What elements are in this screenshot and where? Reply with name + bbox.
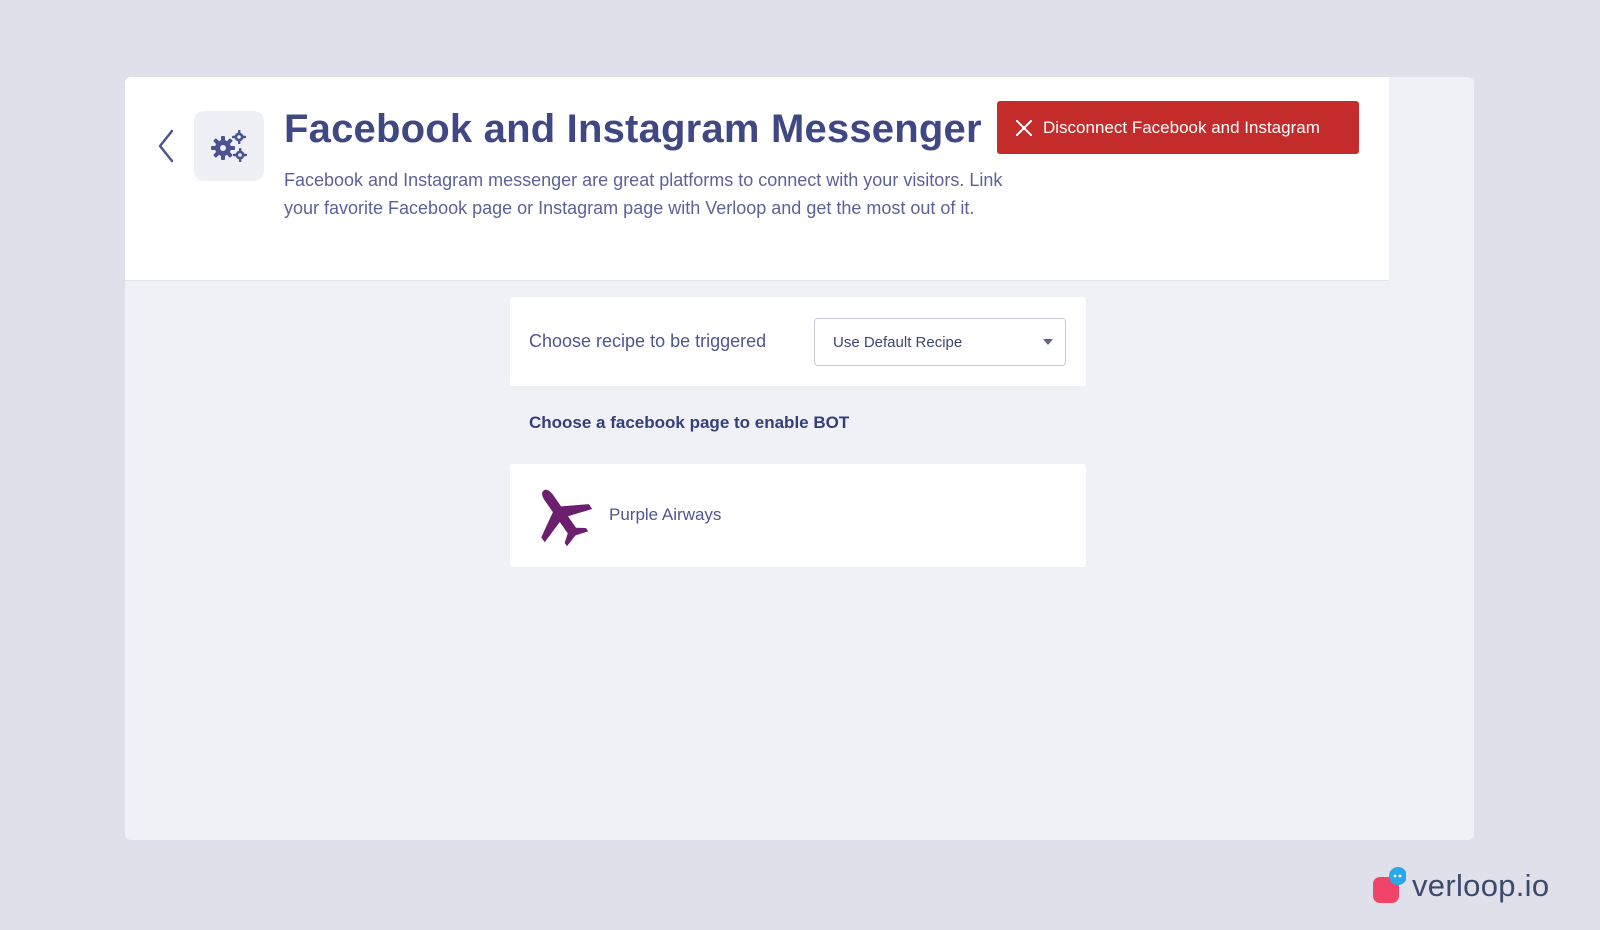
verloop-logo-icon bbox=[1373, 867, 1406, 903]
recipe-panel: Choose recipe to be triggered Use Defaul… bbox=[510, 297, 1086, 386]
page-title: Facebook and Instagram Messenger bbox=[284, 107, 982, 151]
recipe-select[interactable]: Use Default Recipe bbox=[814, 318, 1066, 366]
page-description: Facebook and Instagram messenger are gre… bbox=[284, 170, 1003, 218]
recipe-selected-value: Use Default Recipe bbox=[833, 333, 963, 351]
facebook-page-item[interactable]: Purple Airways bbox=[510, 464, 1086, 567]
brand-name: verloop.io bbox=[1412, 868, 1550, 903]
gears-icon bbox=[211, 130, 247, 162]
page-header: Facebook and Instagram Messenger Faceboo… bbox=[125, 77, 1389, 281]
brand-logo: verloop.io bbox=[1372, 866, 1549, 906]
close-icon bbox=[1015, 119, 1033, 137]
facebook-page-heading: Choose a facebook page to enable BOT bbox=[529, 413, 850, 432]
facebook-page-name: Purple Airways bbox=[609, 505, 722, 524]
chevron-down-icon bbox=[1043, 339, 1053, 345]
disconnect-button[interactable]: Disconnect Facebook and Instagram bbox=[997, 101, 1359, 154]
recipe-label: Choose recipe to be triggered bbox=[529, 331, 767, 351]
integration-card: Facebook and Instagram Messenger Faceboo… bbox=[125, 77, 1474, 840]
airplane-icon bbox=[528, 482, 594, 548]
settings-badge bbox=[194, 111, 264, 181]
disconnect-button-label: Disconnect Facebook and Instagram bbox=[1043, 117, 1320, 137]
chevron-left-icon bbox=[158, 129, 174, 163]
back-button[interactable] bbox=[153, 127, 179, 165]
